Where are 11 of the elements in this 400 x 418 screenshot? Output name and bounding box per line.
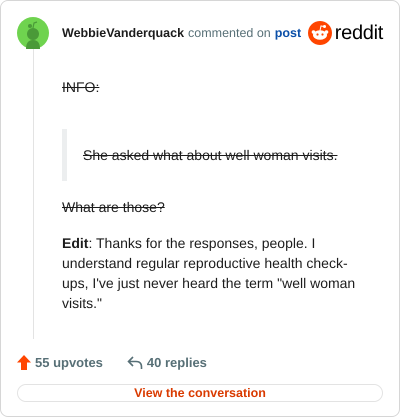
post-link[interactable]: post (274, 26, 302, 40)
quote-text: She asked what about well woman visits. (83, 146, 338, 165)
username[interactable]: WebbieVanderquack (62, 26, 184, 40)
upvote-count: 55 upvotes (35, 355, 103, 370)
comment-text: Edit: Thanks for the responses, people. I understand regular reproductive health check-ups, I've just never heard the term "well woman visits." (62, 234, 356, 313)
comment-text: What are those? (62, 198, 166, 217)
reply-count: 40 replies (146, 355, 207, 370)
logo-text: reddit (334, 22, 383, 44)
action-text: commented on (188, 26, 271, 40)
comment-text: INFO: (62, 78, 100, 97)
view-conversation-button[interactable]: View the conversation (17, 384, 383, 402)
